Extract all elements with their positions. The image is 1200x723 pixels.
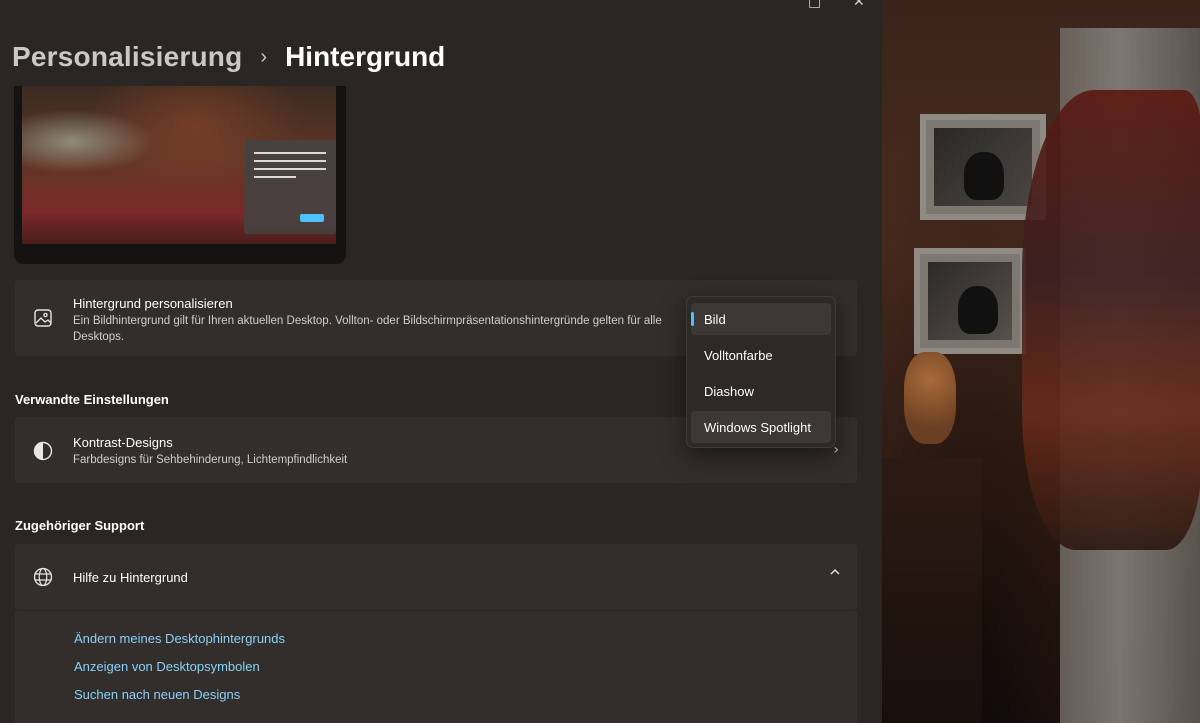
close-icon[interactable]: ✕ bbox=[853, 0, 865, 10]
chevron-up-icon[interactable] bbox=[829, 566, 841, 582]
preview-accent-button bbox=[300, 214, 324, 222]
personalize-background-description: Ein Bildhintergrund gilt für Ihren aktue… bbox=[73, 315, 662, 343]
preview-wallpaper-image bbox=[22, 86, 336, 244]
globe-icon bbox=[33, 567, 53, 587]
breadcrumb: Personalisierung › Hintergrund bbox=[12, 38, 445, 76]
wallpaper-clothes bbox=[1022, 90, 1200, 550]
image-icon bbox=[33, 308, 53, 328]
wallpaper-toy bbox=[904, 352, 956, 444]
breadcrumb-parent[interactable]: Personalisierung bbox=[12, 41, 242, 73]
maximize-icon[interactable]: □ bbox=[808, 0, 821, 10]
settings-window: □ ✕ Personalisierung › Hintergrund Hinte… bbox=[0, 0, 882, 723]
support-heading: Zugehöriger Support bbox=[15, 518, 145, 533]
dropdown-option-bild[interactable]: Bild bbox=[691, 303, 831, 335]
wallpaper-shelf bbox=[882, 458, 982, 723]
dropdown-option-windows-spotlight[interactable]: Windows Spotlight bbox=[691, 411, 831, 443]
help-background-expander[interactable]: Hilfe zu Hintergrund bbox=[15, 544, 857, 610]
dropdown-option-diashow[interactable]: Diashow bbox=[691, 375, 831, 407]
contrast-themes-title: Kontrast-Designs bbox=[73, 435, 173, 450]
wallpaper-picture-frame bbox=[914, 248, 1026, 354]
help-link-new-designs[interactable]: Suchen nach neuen Designs bbox=[74, 687, 240, 702]
preview-window-mock bbox=[244, 140, 336, 234]
desktop-wallpaper bbox=[882, 0, 1200, 723]
personalize-background-title: Hintergrund personalisieren bbox=[73, 296, 233, 311]
desktop-preview bbox=[14, 86, 346, 264]
help-link-desktop-icons[interactable]: Anzeigen von Desktopsymbolen bbox=[74, 659, 260, 674]
contrast-icon bbox=[33, 441, 53, 461]
contrast-themes-description: Farbdesigns für Sehbehinderung, Lichtemp… bbox=[73, 454, 348, 466]
selected-indicator bbox=[691, 312, 694, 326]
background-type-dropdown[interactable]: Bild Volltonfarbe Diashow Windows Spotli… bbox=[686, 296, 836, 448]
dropdown-option-volltonfarbe[interactable]: Volltonfarbe bbox=[691, 339, 831, 371]
page-title: Hintergrund bbox=[285, 41, 446, 72]
breadcrumb-separator-icon: › bbox=[260, 45, 268, 68]
help-links-panel: Ändern meines Desktophintergrunds Anzeig… bbox=[15, 611, 857, 723]
help-background-title: Hilfe zu Hintergrund bbox=[73, 570, 188, 585]
help-link-change-background[interactable]: Ändern meines Desktophintergrunds bbox=[74, 631, 285, 646]
related-settings-heading: Verwandte Einstellungen bbox=[15, 392, 169, 407]
